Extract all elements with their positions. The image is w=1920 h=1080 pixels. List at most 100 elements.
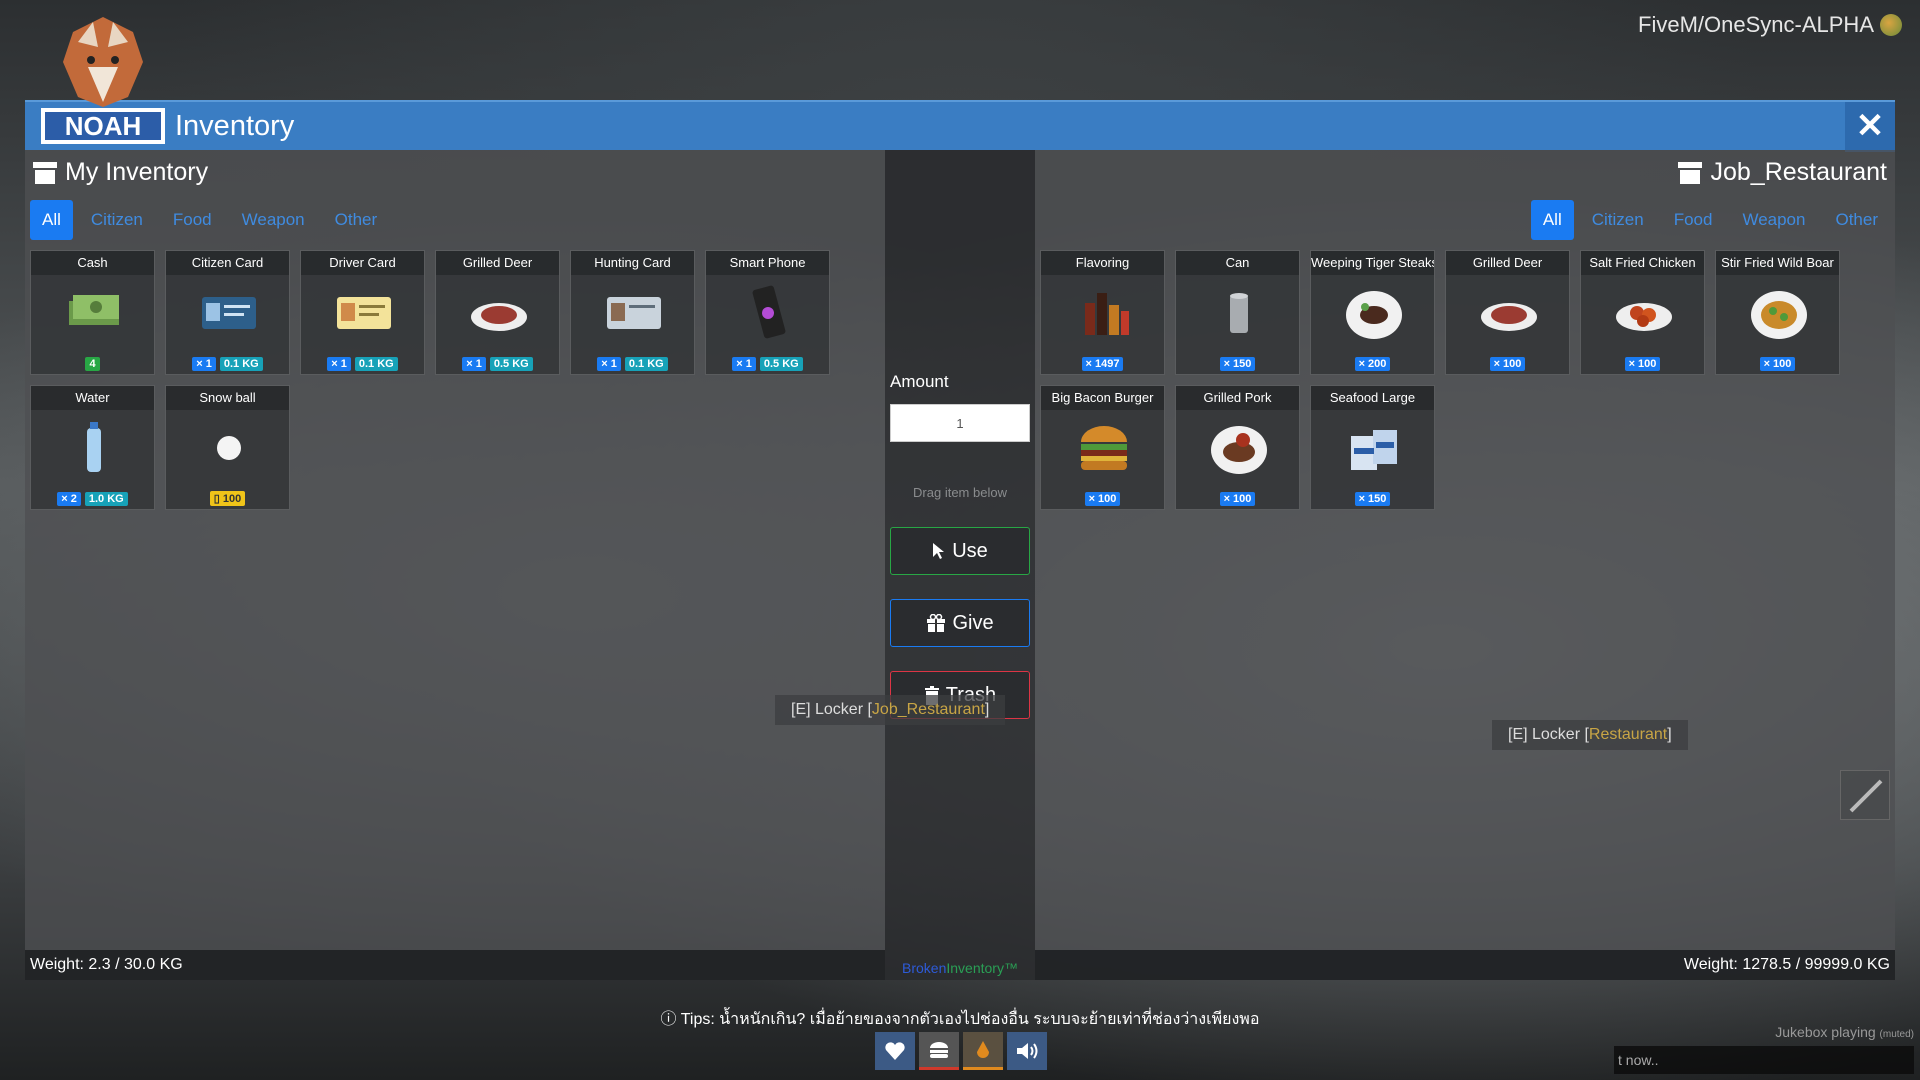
- grilled-pork-icon: [1211, 426, 1267, 474]
- item-name: Hunting Card: [571, 251, 694, 275]
- item-badges: × 1 0.5 KG: [436, 357, 559, 371]
- item-name: Smart Phone: [706, 251, 829, 275]
- item-badge: × 1: [192, 357, 216, 371]
- use-label: Use: [952, 539, 988, 562]
- tab-weapon[interactable]: Weapon: [230, 200, 317, 240]
- item-slot[interactable]: Citizen Card × 1 0.1 KG: [165, 250, 290, 375]
- chat-input[interactable]: t now..: [1614, 1046, 1914, 1074]
- item-badge: × 200: [1354, 357, 1391, 371]
- item-slot[interactable]: Grilled Pork × 100: [1175, 385, 1300, 510]
- item-badges: × 1 0.1 KG: [571, 357, 694, 371]
- tab-citizen[interactable]: Citizen: [79, 200, 155, 240]
- item-badges: × 1 0.5 KG: [706, 357, 829, 371]
- my-inventory-header: My Inventory: [33, 158, 208, 187]
- close-icon: ✕: [1855, 107, 1885, 145]
- jukebox-muted: (muted): [1879, 1029, 1914, 1040]
- close-button[interactable]: ✕: [1845, 102, 1895, 152]
- tab-other[interactable]: Other: [323, 200, 390, 240]
- item-slot[interactable]: Cash 4: [30, 250, 155, 375]
- item-slot[interactable]: Can × 150: [1175, 250, 1300, 375]
- item-slot[interactable]: Grilled Deer × 100: [1445, 250, 1570, 375]
- item-name: Big Bacon Burger: [1041, 386, 1164, 410]
- item-slot[interactable]: Grilled Deer × 1 0.5 KG: [435, 250, 560, 375]
- tab-other[interactable]: Other: [1823, 200, 1890, 240]
- tab-all[interactable]: All: [30, 200, 73, 240]
- item-badges: × 100: [1581, 357, 1704, 371]
- tips-bar: ⓘ Tips: น้ำหนักเกิน? เมื่อย้ายของจากตัวเ…: [0, 1005, 1920, 1032]
- item-name: Stir Fried Wild Boar: [1716, 251, 1839, 275]
- brand-part-b: Inventory™: [946, 960, 1018, 976]
- give-button[interactable]: Give: [890, 599, 1030, 647]
- item-badges: ▯ 100: [166, 491, 289, 506]
- job-restaurant-header: Job_Restaurant: [1678, 158, 1887, 187]
- item-slot[interactable]: Big Bacon Burger × 100: [1040, 385, 1165, 510]
- item-slot[interactable]: Smart Phone × 1 0.5 KG: [705, 250, 830, 375]
- info-icon: ⓘ: [660, 1011, 681, 1028]
- item-badge: 4: [85, 357, 100, 371]
- hunger-status: [919, 1032, 959, 1070]
- item-badges: × 1 0.1 KG: [166, 357, 289, 371]
- steak-plate-icon: [1346, 291, 1402, 339]
- locker-prompt-restaurant: [E] Locker [Restaurant]: [1492, 720, 1688, 750]
- water-bottle-icon: [87, 422, 101, 472]
- locker-prefix: [E] Locker [: [1508, 726, 1589, 743]
- job-restaurant-panel: Job_Restaurant All Citizen Food Weapon Other…: [1035, 150, 1895, 980]
- health-status: [875, 1032, 915, 1070]
- sauce-bottles-icon: [1085, 293, 1129, 335]
- item-name: Salt Fried Chicken: [1581, 251, 1704, 275]
- item-badges: × 1497: [1041, 357, 1164, 371]
- item-slot[interactable]: Snow ball ▯ 100: [165, 385, 290, 510]
- my-inventory-title: My Inventory: [65, 158, 209, 186]
- tab-food[interactable]: Food: [161, 200, 224, 240]
- window-title: Inventory: [175, 110, 295, 142]
- locker-suffix: ]: [984, 701, 990, 718]
- brand-footer: BrokenInventory™: [885, 960, 1035, 976]
- item-badges: × 200: [1311, 357, 1434, 371]
- my-inventory-tabs: All Citizen Food Weapon Other: [30, 200, 389, 240]
- action-panel: Amount Drag item below Use Give Trash Br…: [885, 150, 1035, 980]
- burger-icon: [930, 1041, 948, 1058]
- item-slot[interactable]: Driver Card × 1 0.1 KG: [300, 250, 425, 375]
- jukebox-text: Jukebox playing: [1775, 1024, 1876, 1040]
- item-badge: × 1: [732, 357, 756, 371]
- item-slot[interactable]: Weeping Tiger Steaks × 200: [1310, 250, 1435, 375]
- item-badge: × 1497: [1081, 357, 1124, 371]
- item-badge: 0.1 KG: [354, 357, 398, 371]
- item-slot[interactable]: Water × 2 1.0 KG: [30, 385, 155, 510]
- item-name: Grilled Deer: [1446, 251, 1569, 275]
- hunting-card-icon: [607, 297, 661, 329]
- item-name: Seafood Large: [1311, 386, 1434, 410]
- item-badges: 4: [31, 357, 154, 371]
- item-slot[interactable]: Hunting Card × 1 0.1 KG: [570, 250, 695, 375]
- tab-food[interactable]: Food: [1662, 200, 1725, 240]
- seafood-pack-icon: [1351, 430, 1397, 470]
- item-badges: × 2 1.0 KG: [31, 492, 154, 506]
- amount-input[interactable]: [890, 404, 1030, 442]
- tab-weapon[interactable]: Weapon: [1730, 200, 1817, 240]
- grilled-meat-icon: [1481, 303, 1537, 331]
- job-restaurant-weight: Weight: 1278.5 / 99999.0 KG: [1035, 950, 1895, 980]
- item-badges: × 150: [1176, 357, 1299, 371]
- box-icon: [1678, 161, 1703, 184]
- locker-prefix: [E] Locker [: [791, 701, 872, 718]
- item-badge: × 2: [57, 492, 81, 506]
- item-badge: × 100: [1624, 357, 1661, 371]
- use-button[interactable]: Use: [890, 527, 1030, 575]
- item-badge: × 100: [1084, 492, 1121, 506]
- noah-wolf-logo: NOAH: [41, 17, 165, 144]
- item-slot[interactable]: Stir Fried Wild Boar × 100: [1715, 250, 1840, 375]
- item-badge: 0.5 KG: [759, 357, 803, 371]
- my-inventory-grid: Cash 4 Citizen Card × 1 0.1 KG Driver Card × 1…: [30, 250, 830, 510]
- phone-icon: [752, 285, 786, 339]
- item-slot[interactable]: Flavoring × 1497: [1040, 250, 1165, 375]
- item-name: Water: [31, 386, 154, 410]
- item-slot[interactable]: Salt Fried Chicken × 100: [1580, 250, 1705, 375]
- thirst-status: [963, 1032, 1003, 1070]
- wrench-tool-icon[interactable]: [1840, 770, 1890, 820]
- jukebox-status: Jukebox playing (muted): [1775, 1024, 1914, 1040]
- tab-citizen[interactable]: Citizen: [1580, 200, 1656, 240]
- item-slot[interactable]: Seafood Large × 150: [1310, 385, 1435, 510]
- archive-icon: [33, 161, 57, 184]
- tab-all[interactable]: All: [1530, 200, 1574, 240]
- item-name: Driver Card: [301, 251, 424, 275]
